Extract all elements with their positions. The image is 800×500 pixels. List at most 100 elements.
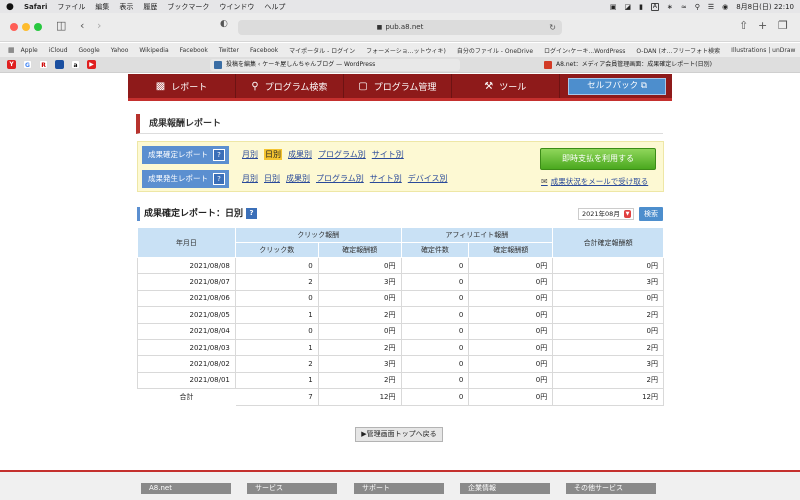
forward-arrow-icon[interactable]: › (97, 19, 101, 32)
help-icon[interactable]: ? (246, 208, 258, 219)
new-tab-icon[interactable]: + (758, 19, 767, 32)
report-filter-box: 成果確定レポート? 月別 日別 成果別 プログラム別 サイト別 成果発生レポート… (137, 141, 664, 192)
cell-aff-count: 0 (400, 289, 470, 308)
cell-aff-amount: 0円 (468, 371, 554, 390)
bookmark-item[interactable]: Apple (21, 47, 38, 54)
youtube-favicon[interactable]: ▶ (87, 60, 96, 69)
rakuten-favicon[interactable]: R (39, 60, 48, 69)
bookmark-item[interactable]: 自分のファイル - OneDrive (457, 46, 533, 55)
bluetooth-icon[interactable]: ∗ (667, 3, 673, 11)
month-select[interactable]: 2021年08月 ▼ (578, 208, 634, 220)
footer-link-support[interactable]: サポート (354, 483, 444, 494)
bookmark-item[interactable]: Google (79, 47, 100, 54)
cell-click-amount: 3円 (317, 273, 402, 291)
yahoo-favicon[interactable]: Y (7, 60, 16, 69)
link-by-program[interactable]: プログラム別 (318, 149, 366, 160)
footer-link-service[interactable]: サービス (247, 483, 337, 494)
search-button[interactable]: 検索 (639, 207, 663, 221)
help-icon[interactable]: ? (213, 149, 225, 161)
zoom-window-button[interactable] (34, 23, 42, 31)
volume-icon[interactable]: ◪ (624, 3, 631, 11)
help-icon[interactable]: ? (213, 173, 225, 185)
cell-click-amount: 0円 (317, 256, 402, 275)
menu-file[interactable]: ファイル (57, 2, 85, 12)
link-monthly[interactable]: 月別 (242, 173, 258, 184)
nav-program-manage[interactable]: ▢ プログラム管理 (344, 74, 452, 98)
clock-text[interactable]: 8月8日(日) 22:10 (736, 2, 794, 12)
section-title: 成果報酬レポート (136, 114, 663, 134)
menu-view[interactable]: 表示 (119, 2, 133, 12)
menu-window[interactable]: ウインドウ (219, 2, 254, 12)
close-window-button[interactable] (10, 23, 18, 31)
tab-a8net[interactable]: A8.net：メディア会員管理画面：成果確定レポート(日別) (540, 59, 795, 71)
search-icon[interactable]: ⚲ (695, 3, 700, 11)
bookmark-item[interactable]: Facebook (250, 47, 278, 54)
site-favicon[interactable] (55, 60, 64, 69)
bookmark-item[interactable]: マイポータル - ログイン (289, 46, 355, 55)
control-center-icon[interactable]: ☰ (708, 3, 714, 11)
link-daily[interactable]: 日別 (264, 173, 280, 184)
input-source-badge[interactable]: A (650, 2, 659, 11)
amazon-favicon[interactable]: a (71, 60, 80, 69)
cell-aff-amount: 0円 (468, 338, 554, 357)
bookmark-item[interactable]: Yahoo (111, 47, 129, 54)
menu-safari[interactable]: Safari (24, 3, 47, 11)
table-row: 2021/08/04 0 0円 0 0円 0円 (137, 322, 664, 340)
nav-report[interactable]: ▩ レポート (128, 74, 236, 98)
reload-icon[interactable]: ↻ (549, 20, 556, 35)
label-text: 成果確定レポート (148, 150, 208, 159)
link-by-device[interactable]: デバイス別 (408, 173, 448, 184)
nav-tools[interactable]: ⚒ ツール (452, 74, 560, 98)
back-to-top-button[interactable]: ▶管理画面トップへ戻る (355, 427, 443, 442)
bookmark-item[interactable]: Wikipedia (139, 47, 168, 54)
bookmark-item[interactable]: フォーメーショ...ットウィキ) (366, 46, 446, 55)
link-by-result[interactable]: 成果別 (288, 149, 312, 160)
footer-link-a8[interactable]: A8.net (141, 483, 231, 494)
tab-wordpress[interactable]: 投稿を編集 ‹ ケーキ屋しんちゃんブログ — WordPress (210, 59, 460, 71)
minimize-window-button[interactable] (22, 23, 30, 31)
menu-edit[interactable]: 編集 (95, 2, 109, 12)
address-bar[interactable]: ■ pub.a8.net ↻ (238, 20, 562, 35)
nav-program-search[interactable]: ⚲ プログラム検索 (236, 74, 344, 98)
bookmark-item[interactable]: iCloud (49, 47, 68, 54)
menu-history[interactable]: 履歴 (143, 2, 157, 12)
table-row: 2021/08/05 1 2円 0 0円 2円 (137, 306, 664, 324)
bookmark-item[interactable]: Twitter (219, 47, 239, 54)
cell-click-amount: 0円 (317, 322, 402, 340)
mail-notify-link[interactable]: ✉ 成果状況をメールで受け取る (541, 176, 648, 187)
footer-link-other[interactable]: その他サービス (566, 483, 656, 494)
tab-overview-icon[interactable]: ❐ (778, 19, 788, 32)
share-icon[interactable]: ⇧ (739, 19, 748, 32)
bookmark-item[interactable]: Facebook (180, 47, 208, 54)
bookmark-item[interactable]: O-DAN (オ...フリーフォト検索 (636, 46, 720, 55)
footer-link-company[interactable]: 企業情報 (460, 483, 550, 494)
link-monthly[interactable]: 月別 (242, 149, 258, 160)
menu-help[interactable]: ヘルプ (264, 2, 285, 12)
wifi-icon[interactable]: ≈ (681, 3, 687, 11)
siri-icon[interactable]: ◉ (722, 3, 728, 11)
cell-click-count: 7 (234, 388, 319, 406)
sidebar-toggle-icon[interactable]: ◫ (56, 19, 66, 32)
selfback-button[interactable]: セルフバック ⧉ (568, 78, 666, 95)
camera-icon[interactable]: ▣ (610, 3, 617, 11)
nav-label: プログラム管理 (373, 82, 437, 93)
link-daily-current[interactable]: 日別 (264, 149, 282, 160)
link-by-site[interactable]: サイト別 (370, 173, 402, 184)
link-by-program[interactable]: プログラム別 (316, 173, 364, 184)
bookmark-item[interactable]: Illustrations | unDraw (731, 47, 795, 54)
link-by-site[interactable]: サイト別 (372, 149, 404, 160)
privacy-shield-icon[interactable]: ◐ (220, 19, 228, 29)
table-row: 2021/08/03 1 2円 0 0円 2円 (137, 338, 664, 357)
back-arrow-icon[interactable]: ‹ (80, 19, 84, 32)
bookmark-item[interactable]: ログイン‹ケーキ...WordPress (544, 46, 625, 55)
apple-icon[interactable]: ● (6, 2, 15, 12)
cell-date: 2021/08/07 (137, 273, 236, 291)
google-favicon[interactable]: G (23, 60, 32, 69)
envelope-icon: ✉ (541, 177, 548, 186)
instant-payment-button[interactable]: 即時支払を利用する (540, 148, 656, 170)
link-by-result[interactable]: 成果別 (286, 173, 310, 184)
grid-icon[interactable]: ▦ (8, 46, 15, 54)
cell-total: 2円 (552, 338, 664, 357)
battery-icon[interactable]: ▮ (639, 3, 643, 11)
menu-bookmarks[interactable]: ブックマーク (167, 2, 209, 12)
